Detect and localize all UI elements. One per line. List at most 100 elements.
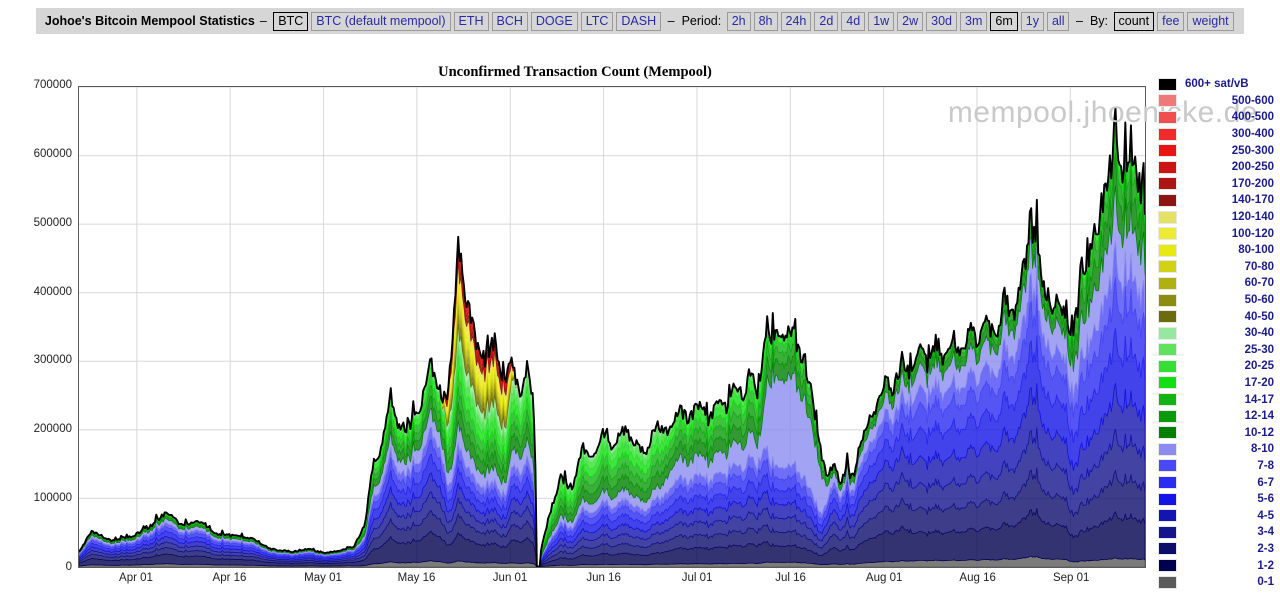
separator-2: – [668,14,675,28]
by-button-count[interactable]: count [1114,12,1155,31]
legend-swatch-icon [1158,177,1177,190]
x-tick-label: Aug 01 [866,572,902,584]
legend-label: 2-3 [1183,543,1276,555]
legend-label: 1-2 [1183,560,1276,572]
legend-item[interactable]: 0-1 [1158,574,1276,591]
period-button-all[interactable]: all [1047,12,1070,31]
period-button-4d[interactable]: 4d [841,12,865,31]
legend-item[interactable]: 14-17 [1158,391,1276,408]
app-title: Johoe's Bitcoin Mempool Statistics [45,14,255,28]
mempool-area-chart [79,87,1145,567]
legend-item[interactable]: 70-80 [1158,259,1276,276]
legend-item[interactable]: 17-20 [1158,375,1276,392]
legend-item[interactable]: 140-170 [1158,192,1276,209]
legend-item[interactable]: 2-3 [1158,541,1276,558]
legend-item[interactable]: 25-30 [1158,342,1276,359]
y-tick-label: 400000 [6,286,72,298]
legend-label: 500-600 [1183,95,1276,107]
legend-swatch-icon [1158,211,1177,224]
by-button-group: countfeeweight [1112,12,1235,31]
legend-item[interactable]: 7-8 [1158,458,1276,475]
legend-item[interactable]: 10-12 [1158,424,1276,441]
toolbar: Johoe's Bitcoin Mempool Statistics – BTC… [36,8,1244,34]
legend-item[interactable]: 400-500 [1158,109,1276,126]
period-button-2w[interactable]: 2w [897,12,923,31]
by-button-weight[interactable]: weight [1187,12,1233,31]
period-button-6m[interactable]: 6m [990,12,1017,31]
chart-title: Unconfirmed Transaction Count (Mempool) [0,64,1150,81]
legend-item[interactable]: 6-7 [1158,474,1276,491]
legend-item[interactable]: 80-100 [1158,242,1276,259]
period-button-1w[interactable]: 1w [868,12,894,31]
coin-button-eth[interactable]: ETH [454,12,489,31]
x-tick-label: Jul 01 [682,572,713,584]
legend-swatch-icon [1158,294,1177,307]
separator-3: – [1076,14,1083,28]
legend-swatch-icon [1158,78,1177,91]
legend-item[interactable]: 1-2 [1158,557,1276,574]
legend-label: 400-500 [1183,111,1276,123]
coin-button-doge[interactable]: DOGE [531,12,578,31]
legend-item[interactable]: 300-400 [1158,126,1276,143]
legend-label: 120-140 [1183,211,1276,223]
legend-item[interactable]: 170-200 [1158,176,1276,193]
by-label: By: [1090,14,1108,28]
period-button-8h[interactable]: 8h [754,12,778,31]
legend-label: 0-1 [1183,576,1276,588]
legend-item[interactable]: 20-25 [1158,358,1276,375]
plot-area [78,86,1146,568]
coin-button-btc[interactable]: BTC [273,12,308,31]
legend-swatch-icon [1158,426,1177,439]
x-tick-label: May 16 [398,572,436,584]
legend-label: 7-8 [1183,460,1276,472]
legend-label: 100-120 [1183,228,1276,240]
by-button-fee[interactable]: fee [1157,12,1184,31]
legend-item[interactable]: 3-4 [1158,524,1276,541]
legend-label: 80-100 [1183,244,1276,256]
legend-item[interactable]: 30-40 [1158,325,1276,342]
legend-item[interactable]: 250-300 [1158,142,1276,159]
legend-item[interactable]: 60-70 [1158,275,1276,292]
coin-button-bch[interactable]: BCH [492,12,528,31]
x-tick-label: Apr 16 [213,572,247,584]
legend-item[interactable]: 8-10 [1158,441,1276,458]
legend-item[interactable]: 120-140 [1158,209,1276,226]
legend-label: 20-25 [1183,360,1276,372]
legend-label: 60-70 [1183,277,1276,289]
legend-swatch-icon [1158,509,1177,522]
coin-button-btc-default-mempool[interactable]: BTC (default mempool) [311,12,450,31]
legend-swatch-icon [1158,443,1177,456]
y-tick-label: 200000 [6,423,72,435]
y-tick-label: 500000 [6,217,72,229]
period-button-2h[interactable]: 2h [727,12,751,31]
legend-swatch-icon [1158,194,1177,207]
legend-item[interactable]: 100-120 [1158,225,1276,242]
legend-item[interactable]: 200-250 [1158,159,1276,176]
legend-label: 25-30 [1183,344,1276,356]
legend-swatch-icon [1158,393,1177,406]
period-button-2d[interactable]: 2d [814,12,838,31]
legend-item[interactable]: 500-600 [1158,93,1276,110]
legend-label: 6-7 [1183,477,1276,489]
period-button-24h[interactable]: 24h [781,12,812,31]
period-button-3m[interactable]: 3m [960,12,987,31]
period-label: Period: [682,14,722,28]
legend-swatch-icon [1158,244,1177,257]
legend-swatch-icon [1158,310,1177,323]
legend-item[interactable]: 40-50 [1158,308,1276,325]
legend-label: 200-250 [1183,161,1276,173]
period-button-1y[interactable]: 1y [1021,12,1044,31]
x-tick-label: Apr 01 [119,572,153,584]
legend-item[interactable]: 5-6 [1158,491,1276,508]
coin-button-ltc[interactable]: LTC [581,12,614,31]
legend-item[interactable]: 4-5 [1158,507,1276,524]
legend-label: 250-300 [1183,145,1276,157]
legend-swatch-icon [1158,144,1177,157]
legend-label: 12-14 [1183,410,1276,422]
legend-item[interactable]: 600+ sat/vB [1158,76,1276,93]
legend-item[interactable]: 50-60 [1158,292,1276,309]
legend-item[interactable]: 12-14 [1158,408,1276,425]
y-tick-label: 300000 [6,354,72,366]
coin-button-dash[interactable]: DASH [616,12,661,31]
period-button-30d[interactable]: 30d [926,12,957,31]
